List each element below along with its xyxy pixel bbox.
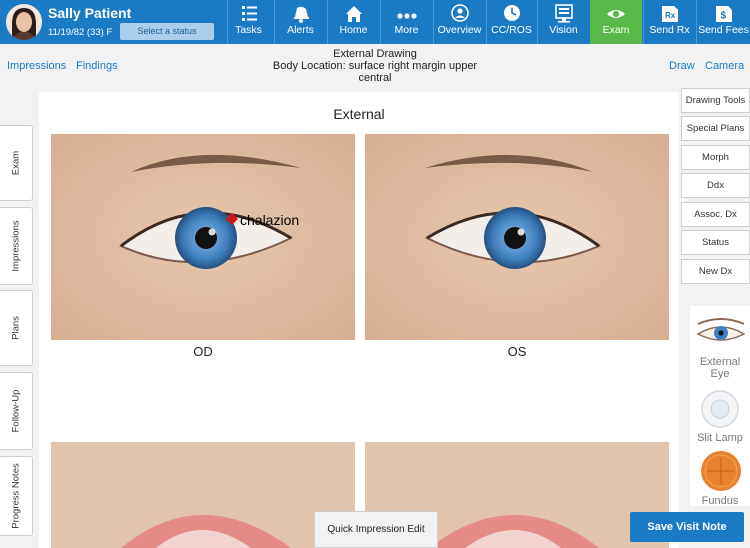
nav-label: Home [339, 24, 368, 36]
nav-vision[interactable]: Vision [537, 0, 589, 44]
nav-label: More [394, 24, 419, 36]
draw-link[interactable]: Draw [669, 60, 695, 72]
assoc-dx-button[interactable]: Assoc. Dx [681, 202, 750, 227]
external-eye-thumbnail[interactable] [694, 316, 748, 346]
svg-text:$: $ [721, 11, 727, 22]
special-plans-button[interactable]: Special Plans [681, 116, 750, 141]
camera-link[interactable]: Camera [705, 60, 744, 72]
nav-overview[interactable]: Overview [433, 0, 485, 44]
nav-home[interactable]: Home [327, 0, 379, 44]
tab-label: Progress Notes [10, 463, 22, 529]
nav-cc-ros[interactable]: CC/ROS [486, 0, 536, 44]
alerts-icon [294, 6, 309, 23]
patient-info: 11/19/82 (33) F [48, 27, 113, 38]
tasks-icon [242, 6, 257, 21]
home-icon [346, 6, 362, 22]
impressions-link[interactable]: Impressions [7, 60, 66, 72]
slit-lamp-label: Slit Lamp [697, 432, 743, 444]
select-status-button[interactable]: Select a status [120, 23, 214, 40]
drawing-canvas[interactable]: External OD OS chalazion [39, 92, 679, 548]
tab-progress-notes[interactable]: Progress Notes [0, 456, 33, 536]
new-dx-button[interactable]: New Dx [681, 259, 750, 284]
vision-icon [555, 4, 573, 23]
tab-label: Plans [10, 316, 22, 340]
fundus-label: Fundus [701, 495, 739, 507]
body-location: Body Location: surface right margin uppe… [272, 60, 478, 84]
patient-name: Sally Patient [48, 5, 132, 21]
fundus-thumbnail[interactable] [700, 450, 742, 492]
svg-text:Rx: Rx [665, 11, 676, 20]
send-fees-icon: $ [716, 6, 732, 22]
nav-label: Overview [437, 24, 482, 36]
slit-lamp-thumbnail[interactable] [700, 389, 740, 429]
nav-tasks[interactable]: Tasks [227, 0, 269, 44]
os-label: OS [507, 344, 527, 359]
canvas-title: External [333, 106, 385, 122]
top-bar: Sally Patient 11/19/82 (33) F Select a s… [0, 0, 750, 44]
avatar[interactable] [6, 4, 42, 40]
od-eye-image[interactable] [51, 134, 355, 340]
os-eye-image[interactable] [365, 134, 669, 340]
ddx-button[interactable]: Ddx [681, 173, 750, 198]
tab-label: Impressions [10, 220, 22, 272]
nav-label: Alerts [287, 24, 314, 36]
od-slit-lamp-image[interactable] [51, 442, 355, 548]
nav-label: CC/ROS [491, 24, 532, 36]
clock-icon [504, 5, 520, 21]
more-icon [397, 13, 417, 19]
tab-plans[interactable]: Plans [0, 290, 33, 366]
drawing-title: External Drawing [333, 48, 417, 60]
nav-label: Send Fees [698, 24, 749, 36]
save-visit-note-button[interactable]: Save Visit Note [630, 512, 744, 542]
nav-send-fees[interactable]: $ Send Fees [696, 0, 750, 44]
chalazion-marker-icon[interactable] [226, 213, 238, 225]
tab-follow-up[interactable]: Follow-Up [0, 372, 33, 450]
quick-impression-edit-button[interactable]: Quick Impression Edit [314, 511, 438, 548]
drawing-header: External Drawing Body Location: surface … [260, 48, 490, 84]
nav-send-rx[interactable]: Rx Send Rx [643, 0, 695, 44]
nav-more[interactable]: More [380, 0, 432, 44]
overview-icon [451, 4, 469, 22]
nav-alerts[interactable]: Alerts [274, 0, 326, 44]
nav-label: Send Rx [649, 24, 690, 36]
nav-label: Tasks [235, 24, 262, 36]
eye-icon [607, 10, 625, 18]
status-button[interactable]: Status [681, 230, 750, 255]
sub-header: Impressions Findings External Drawing Bo… [0, 44, 750, 90]
findings-link[interactable]: Findings [76, 60, 118, 72]
tab-label: Exam [10, 150, 22, 176]
external-eye-label: External Eye [699, 356, 741, 380]
nav-label: Exam [602, 24, 630, 36]
tab-label: Follow-Up [10, 389, 22, 433]
tab-impressions[interactable]: Impressions [0, 207, 33, 285]
morph-button[interactable]: Morph [681, 145, 750, 170]
send-rx-icon: Rx [662, 6, 678, 22]
nav-exam[interactable]: Exam [590, 0, 642, 44]
drawing-tools-button[interactable]: Drawing Tools [681, 88, 750, 113]
od-label: OD [193, 344, 213, 359]
chalazion-annotation[interactable]: chalazion [240, 212, 299, 228]
tab-exam[interactable]: Exam [0, 125, 33, 201]
nav-label: Vision [549, 24, 578, 36]
